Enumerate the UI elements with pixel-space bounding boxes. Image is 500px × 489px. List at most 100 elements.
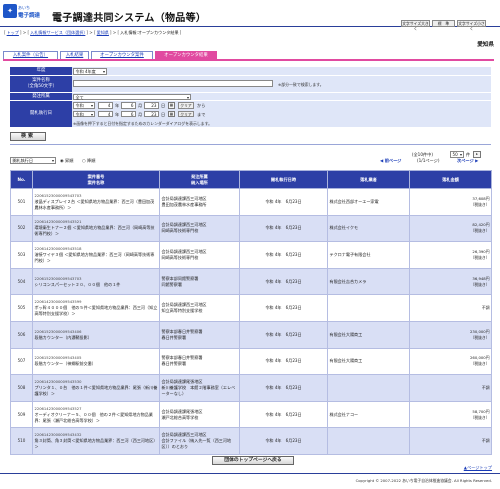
row-case[interactable]: 22061523000009543703 シリコンスパーセット２０、００個 他の１… <box>32 267 160 296</box>
next-arrow-icon: ▶ <box>475 158 479 163</box>
department-select[interactable]: 全て <box>73 93 191 100</box>
logo[interactable]: ✦ あいち 電子調達 <box>3 4 43 24</box>
row-case[interactable]: 22061423000009543530 プリンタ１、０台 他の１件＜愛知県地方物… <box>32 374 160 402</box>
from-day-input[interactable]: 23 <box>144 102 159 109</box>
row-case[interactable]: 22061423000009543599 ボッ幹４０００個 他の５件＜愛知県地方物… <box>32 294 160 322</box>
row-amount: 260,000円 （税抜き） <box>409 347 492 376</box>
row-case[interactable]: 22061423000009543518 溶接ワイヤ３個 ＜愛知県地方物品業界：西… <box>32 241 160 269</box>
search-button[interactable]: 検索 <box>10 132 46 141</box>
row-no: 507 <box>10 347 33 376</box>
prev-page-link[interactable]: ◀ 前ページ <box>380 158 401 164</box>
row-bidder: 有限会社大陽商工 <box>327 320 410 349</box>
row-date: 令和 4年 6月23日 <box>239 427 328 455</box>
next-page-link[interactable]: 次ページ ▶ <box>457 158 478 164</box>
page-top-link[interactable]: ▲ページトップ <box>464 465 492 471</box>
row-case[interactable]: 22061523000009543405 段階カウンター（神郷駅前交番） <box>32 347 160 376</box>
fiscal-year-label: 年度 <box>10 67 72 75</box>
delivery-place: 新川養護学校 本館２階事務室（エレベーターなし） <box>161 384 236 396</box>
font-standard-button[interactable]: 標 準 <box>432 20 455 27</box>
row-no: 506 <box>10 320 33 349</box>
tax-note: （税抜き） <box>470 361 490 367</box>
case-name-label: 案件名称 （全角50文字） <box>10 75 72 92</box>
row-no: 510 <box>10 427 33 455</box>
row-department: 警察本部同館警察署 同館警察署 <box>159 267 240 296</box>
to-era-select[interactable]: 令和 <box>73 110 95 117</box>
to-day-input[interactable]: 23 <box>144 110 159 117</box>
case-name: プリンタ１、０台 他の１件＜愛知県地方物品業界：尾張（新川養護学校）＞ <box>34 384 158 396</box>
logo-mark-icon: ✦ <box>3 4 17 18</box>
radio-unchecked-icon: ○ <box>82 158 86 163</box>
case-name: シリコンスパーセット２０、００個 他の１件 <box>34 281 121 287</box>
row-bidder: テクロナ電子有限会社 <box>327 241 410 269</box>
from-calendar-icon[interactable]: ▦ <box>168 102 175 109</box>
tax-note: （税抜き） <box>470 281 490 287</box>
row-date: 令和 4年 6月23日 <box>239 241 328 269</box>
tax-note: （税抜き） <box>470 254 490 260</box>
case-name-note: ※部分一致で検索します。 <box>278 81 324 87</box>
tab-bid-result[interactable]: 入札結果 <box>60 51 89 59</box>
row-amount: 58,700円 （税抜き） <box>409 400 492 429</box>
to-clear-button[interactable]: クリア <box>178 110 194 117</box>
case-name: オーディオクリーナー５、００個 他の２件＜愛知県地方物品業界：尾張（瀬戸北総合高… <box>34 411 153 423</box>
table-row: 503 22061423000009543518 溶接ワイヤ３個 ＜愛知県地方物品業… <box>10 241 492 269</box>
row-date: 令和 4年 6月23日 <box>239 188 328 216</box>
department-label: 発注所属 <box>10 92 72 100</box>
row-department: 警察本部春日井警察署 春日井警察署 <box>159 347 240 376</box>
table-row: 510 22061423000009543432 角３封筒、角３封筒＜愛知県地方物品… <box>10 427 492 455</box>
col-department: 発注所属 納入場所 <box>159 170 240 189</box>
to-calendar-icon[interactable]: ▦ <box>168 110 175 117</box>
table-row: 508 22061423000009543530 プリンタ１、０台 他の１件＜愛知県… <box>10 374 492 402</box>
from-suffix: から <box>197 103 206 108</box>
row-case-name: 案件名称 （全角50文字） ※部分一致で検索します。 <box>10 75 491 93</box>
breadcrumb-aichi[interactable]: 愛知県 <box>97 30 109 35</box>
sort-desc-radio[interactable]: ○ 降順 <box>82 158 95 164</box>
table-header-row: No. 案件番号 案件名称 発注所属 納入場所 開札執行日時 落札業者 落札金額 <box>10 170 492 189</box>
delivery-place: 豊田加茂農林水産事務所 <box>161 201 207 207</box>
delivery-place: 春日井警察署 <box>161 361 187 367</box>
breadcrumb-top[interactable]: トップ <box>7 30 19 35</box>
from-era-select[interactable]: 令和 <box>73 102 95 109</box>
row-case[interactable]: 22061423000009543527 オーディオクリーナー５、００個 他の２件… <box>32 400 160 429</box>
tab-open-counter-case[interactable]: オープンカウンタ案件 <box>91 51 153 59</box>
row-department: 会計局調達課尾張地区 新川養護学校 本館２階事務室（エレベーターなし） <box>159 374 240 402</box>
to-month-input[interactable]: 6 <box>121 110 136 117</box>
sort-field-select[interactable]: 開札執行日 <box>10 157 56 164</box>
site-header: ✦ あいち 電子調達 電子調達共同システム（物品等） 文字サイズ大きく 標 準 … <box>0 0 500 31</box>
from-clear-button[interactable]: クリア <box>178 102 194 109</box>
case-name: 環境衛生トナー２個 ＜愛知県地方物品業界：西三河（岡崎高等技術専門校）＞ <box>34 225 155 237</box>
font-large-button[interactable]: 文字サイズ大きく <box>401 20 430 31</box>
fiscal-year-select[interactable]: 令和 4年度 <box>73 68 107 75</box>
case-name: 液晶ディスプレイ２台 ＜愛知県地方物品業界：西三河（豊田加茂農林水産事務所）＞ <box>34 198 155 210</box>
row-amount: 不調 <box>409 294 492 322</box>
sort-asc-radio[interactable]: ◉ 昇順 <box>60 158 73 164</box>
row-case[interactable]: 22061423000009543432 角３封筒、角３封筒＜愛知県地方物品業界：… <box>32 427 160 455</box>
row-department: 会計局調達課西三河地区 豊田加茂農林水産事務所 <box>159 188 240 216</box>
col-case: 案件番号 案件名称 <box>32 170 160 189</box>
col-amount: 落札金額 <box>409 170 492 189</box>
table-row: 504 22061523000009543703 シリコンスパーセット２０、００個 … <box>10 267 492 296</box>
col-date: 開札執行日時 <box>239 170 328 189</box>
amount: 不調 <box>481 438 490 444</box>
tax-note: （税抜き） <box>470 414 490 420</box>
from-year-input[interactable]: 4 <box>98 102 113 109</box>
from-month-input[interactable]: 6 <box>121 102 136 109</box>
tab-open-counter-result[interactable]: オープンカウンタ結果 <box>155 51 217 59</box>
case-name-input[interactable] <box>73 80 273 87</box>
font-small-button[interactable]: 文字サイズ小さく <box>457 20 486 31</box>
breadcrumb: [トップ] > [入札情報サービス（団体選択）] > [愛知県] > [入札情報… <box>4 30 182 35</box>
row-case[interactable]: 22061423000009543521 環境衛生トナー２個 ＜愛知県地方物品業界… <box>32 214 160 243</box>
sort-bar: 開札執行日 ◉ 昇順 ○ 降順 ◀ 前ページ (1/1ページ) 次ページ ▶ <box>10 156 491 164</box>
row-department: 警察本部春日井警察署 春日井警察署 <box>159 320 240 349</box>
row-case[interactable]: 22061523000009543406 段階カウンター（内濃鞘投影） <box>32 320 160 349</box>
delivery-place: 瀬戸北総合高等学校 <box>161 414 199 420</box>
row-case[interactable]: 22061523000009543703 液晶ディスプレイ２台 ＜愛知県地方物品業… <box>32 188 160 216</box>
row-date: 令和 4年 6月23日 <box>239 294 328 322</box>
col-bidder: 落札業者 <box>327 170 410 189</box>
organization-name: 愛知県 <box>477 42 494 48</box>
copyright: Copyright © 2007-2022 あいち電子自治体推進協議会. All… <box>355 478 492 483</box>
back-to-org-top-button[interactable]: 団体のトップページへ戻る <box>212 456 294 465</box>
tab-bid-notice[interactable]: 入札案件（公告） <box>3 51 58 59</box>
to-year-input[interactable]: 4 <box>98 110 113 117</box>
breadcrumb-org-select[interactable]: 入札情報サービス（団体選択） <box>30 30 85 35</box>
table-row: 505 22061423000009543599 ボッ幹４０００個 他の５件＜愛知県… <box>10 294 492 322</box>
